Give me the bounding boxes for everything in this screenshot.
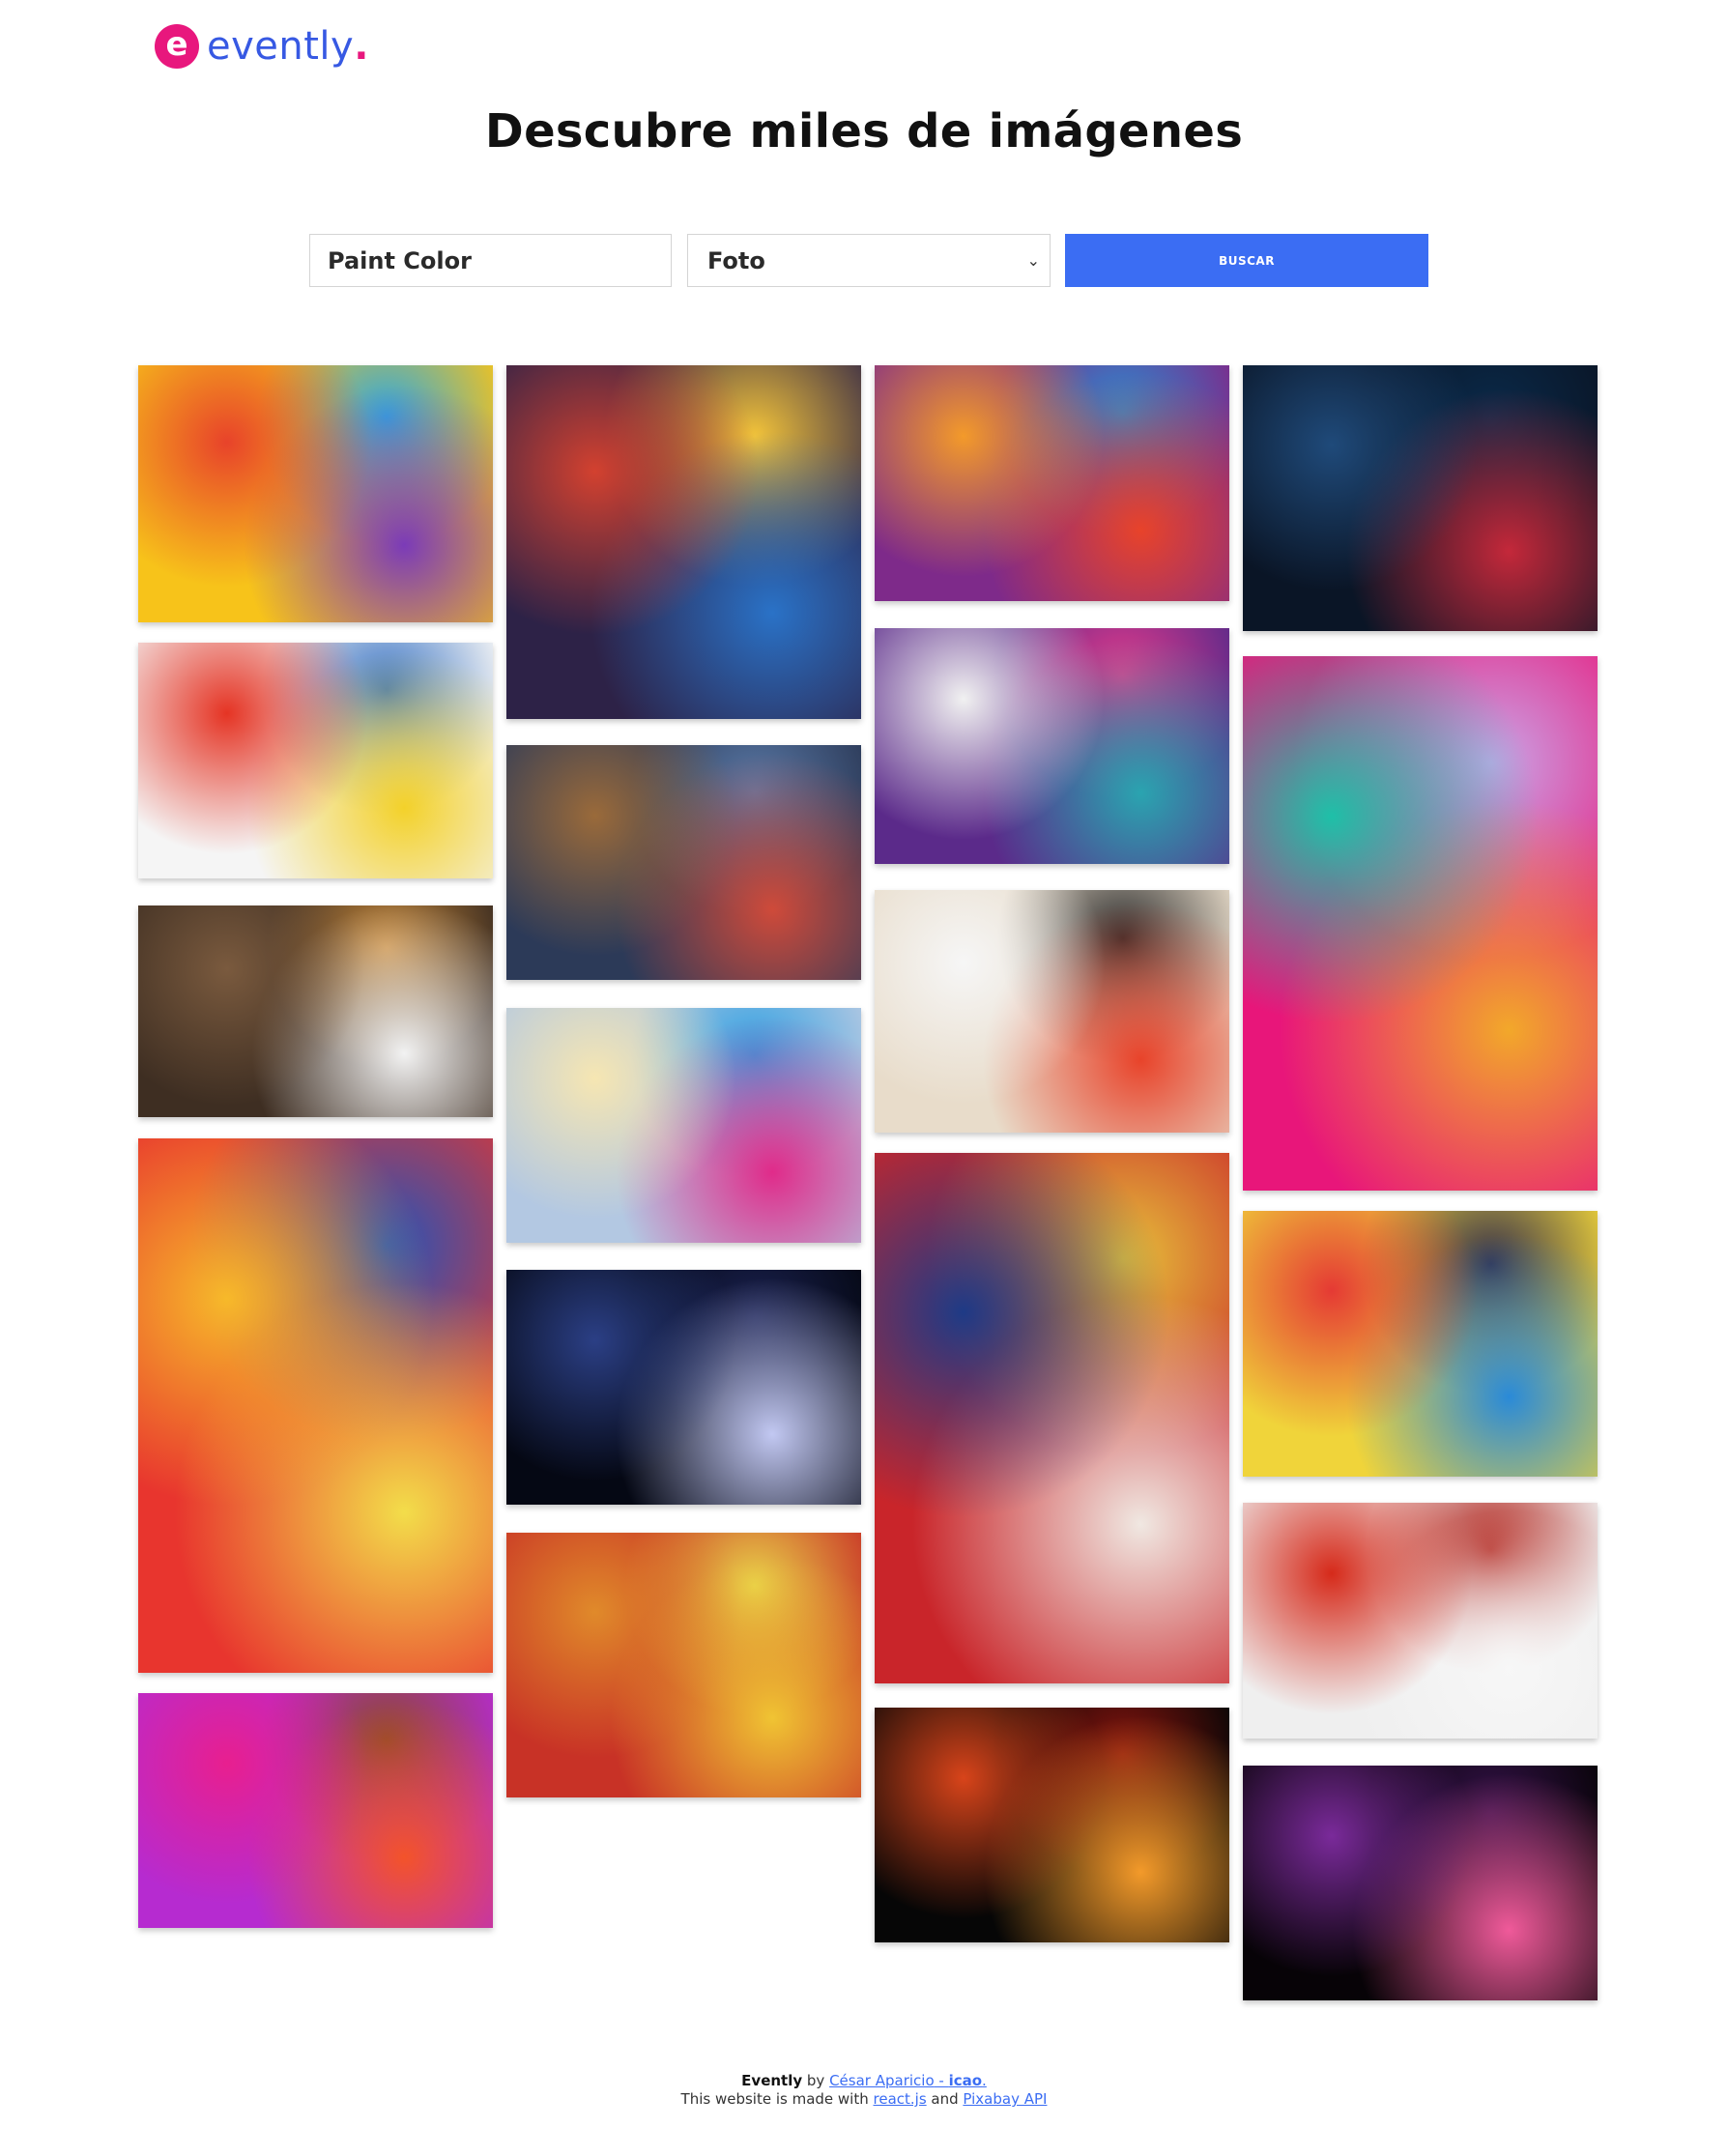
gallery-image[interactable] <box>506 1270 861 1505</box>
logo-dot: . <box>354 24 369 69</box>
chevron-down-icon: ⌄ <box>1026 251 1040 270</box>
author-link[interactable]: César Aparicio <box>829 2072 935 2089</box>
gallery-image[interactable] <box>138 365 493 622</box>
gallery-image[interactable] <box>875 628 1229 864</box>
gallery-image[interactable] <box>138 906 493 1117</box>
image-type-select[interactable]: Foto ⌄ <box>687 234 1051 287</box>
gallery-image[interactable] <box>875 1708 1229 1942</box>
gallery-image[interactable] <box>506 1008 861 1243</box>
page-title: Descubre miles de imágenes <box>484 104 1244 158</box>
react-link[interactable]: react.js <box>874 2090 927 2108</box>
image-type-selected: Foto <box>707 246 765 274</box>
gallery-image[interactable] <box>506 745 861 980</box>
gallery-image[interactable] <box>1243 1766 1598 2000</box>
gallery-image[interactable] <box>1243 656 1598 1191</box>
gallery-image[interactable] <box>1243 1211 1598 1477</box>
footer-credit: Evently by César Aparicio - icao. <box>741 2072 987 2089</box>
footer-tech: This website is made with react.js and P… <box>680 2090 1048 2108</box>
gallery-image[interactable] <box>875 1153 1229 1683</box>
author-sep[interactable]: - <box>935 2072 949 2089</box>
logo-wordmark: evently <box>207 24 355 69</box>
gallery-image[interactable] <box>138 643 493 878</box>
pixabay-link[interactable]: Pixabay API <box>963 2090 1047 2108</box>
search-input[interactable] <box>309 234 672 287</box>
footer-brand: Evently <box>741 2072 803 2089</box>
footer: Evently by César Aparicio - icao. This w… <box>0 2072 1728 2109</box>
gallery-image[interactable] <box>1243 365 1598 631</box>
logo[interactable]: e evently. <box>155 19 368 73</box>
author-handle-link[interactable]: icao <box>949 2072 982 2089</box>
logo-mark-icon: e <box>155 24 199 69</box>
gallery-image[interactable] <box>1243 1503 1598 1739</box>
author-end[interactable]: . <box>982 2072 987 2089</box>
search-button[interactable]: BUSCAR <box>1065 234 1428 287</box>
gallery-image[interactable] <box>138 1693 493 1928</box>
gallery-image[interactable] <box>875 365 1229 601</box>
gallery-image[interactable] <box>506 1533 861 1797</box>
gallery-image[interactable] <box>506 365 861 719</box>
gallery-image[interactable] <box>138 1138 493 1673</box>
gallery-image[interactable] <box>875 890 1229 1133</box>
